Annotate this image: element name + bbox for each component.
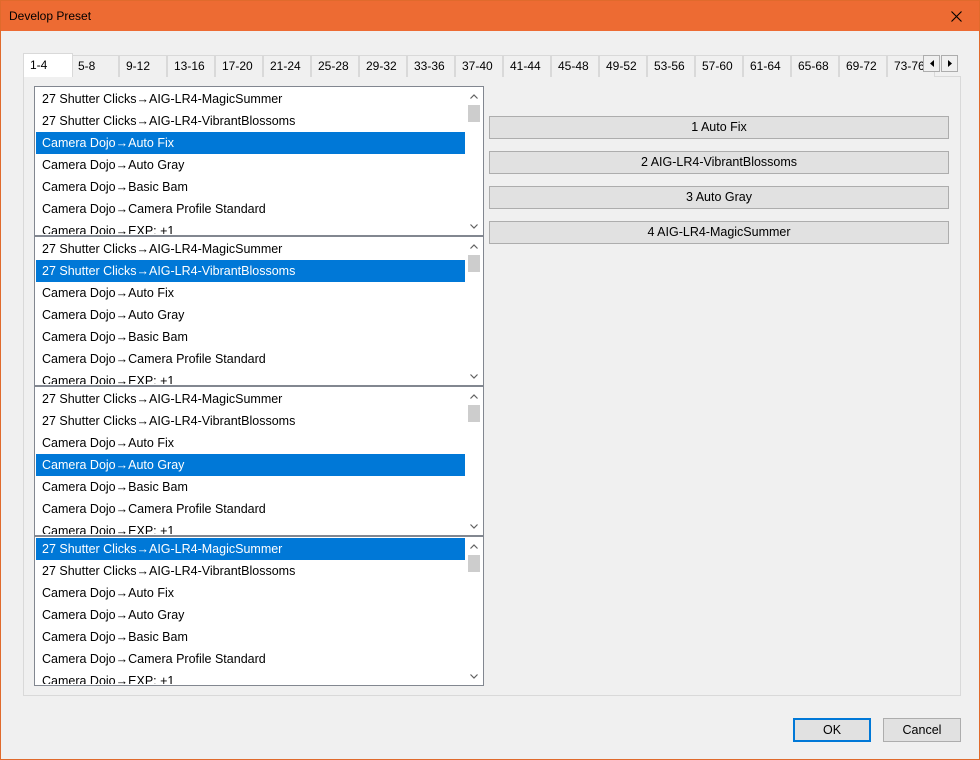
preset-slot-button-1[interactable]: 1 Auto Fix [489,116,949,139]
tab-25-28[interactable]: 25-28 [311,55,359,77]
tab-1-4[interactable]: 1-4 [23,53,73,77]
preset-slot-button-4[interactable]: 4 AIG-LR4-MagicSummer [489,221,949,244]
tab-9-12[interactable]: 9-12 [119,55,167,77]
list-item[interactable]: Camera Dojo→Auto Gray [36,604,465,626]
scroll-thumb[interactable] [468,105,480,122]
scroll-up-button[interactable] [466,88,482,104]
list-item[interactable]: Camera Dojo→Camera Profile Standard [36,648,465,670]
list-item[interactable]: Camera Dojo→Auto Gray [36,154,465,176]
tab-53-56[interactable]: 53-56 [647,55,695,77]
list-item[interactable]: 27 Shutter Clicks→AIG-LR4-MagicSummer [36,388,465,410]
chevron-up-icon [470,393,478,399]
list-item[interactable]: 27 Shutter Clicks→AIG-LR4-VibrantBlossom… [36,560,465,582]
scroll-down-button[interactable] [466,218,482,234]
title-bar: Develop Preset [1,1,979,31]
vertical-scrollbar[interactable] [466,538,482,684]
list-item[interactable]: Camera Dojo→Basic Bam [36,626,465,648]
tab-69-72[interactable]: 69-72 [839,55,887,77]
preset-listbox-4[interactable]: 27 Shutter Clicks→AIG-LR4-MagicSummer 27 … [34,536,484,686]
list-item[interactable]: Camera Dojo→Auto Fix [36,282,465,304]
list-item[interactable]: 27 Shutter Clicks→AIG-LR4-VibrantBlossom… [36,410,465,432]
tab-strip: 1-4 5-8 9-12 13-16 17-20 21-24 25-28 29-32 33-36… [23,53,963,77]
chevron-down-icon [470,223,478,229]
chevron-up-icon [470,243,478,249]
chevron-up-icon [470,543,478,549]
tab-17-20[interactable]: 17-20 [215,55,263,77]
scroll-down-button[interactable] [466,518,482,534]
listbox-items: 27 Shutter Clicks→AIG-LR4-MagicSummer 27 … [36,238,465,384]
tab-61-64[interactable]: 61-64 [743,55,791,77]
ok-button[interactable]: OK [793,718,871,742]
tab-13-16[interactable]: 13-16 [167,55,215,77]
list-item[interactable]: Camera Dojo→Camera Profile Standard [36,348,465,370]
list-item[interactable]: 27 Shutter Clicks→AIG-LR4-VibrantBlossom… [36,110,465,132]
tab-45-48[interactable]: 45-48 [551,55,599,77]
list-item[interactable]: Camera Dojo→Camera Profile Standard [36,498,465,520]
list-item[interactable]: Camera Dojo→Auto Gray [36,304,465,326]
scroll-thumb[interactable] [468,405,480,422]
tab-5-8[interactable]: 5-8 [71,55,119,77]
list-item[interactable]: Camera Dojo→EXP: +1 [36,520,465,534]
scroll-down-button[interactable] [466,368,482,384]
tab-41-44[interactable]: 41-44 [503,55,551,77]
preset-listbox-2[interactable]: 27 Shutter Clicks→AIG-LR4-MagicSummer 27 … [34,236,484,386]
chevron-down-icon [470,373,478,379]
preset-slot-button-3[interactable]: 3 Auto Gray [489,186,949,209]
tab-21-24[interactable]: 21-24 [263,55,311,77]
tab-57-60[interactable]: 57-60 [695,55,743,77]
chevron-down-icon [470,523,478,529]
chevron-left-icon [929,60,934,67]
tab-49-52[interactable]: 49-52 [599,55,647,77]
window-title: Develop Preset [9,9,92,23]
list-item[interactable]: Camera Dojo→EXP: +1 [36,220,465,234]
list-item[interactable]: Camera Dojo→EXP: +1 [36,370,465,384]
chevron-left-button[interactable] [923,55,940,72]
list-item[interactable]: Camera Dojo→Basic Bam [36,176,465,198]
vertical-scrollbar[interactable] [466,88,482,234]
list-item[interactable]: Camera Dojo→Camera Profile Standard [36,198,465,220]
chevron-up-icon [470,93,478,99]
scroll-up-button[interactable] [466,538,482,554]
list-item[interactable]: 27 Shutter Clicks→AIG-LR4-VibrantBlossom… [36,260,465,282]
cancel-button[interactable]: Cancel [883,718,961,742]
list-item[interactable]: 27 Shutter Clicks→AIG-LR4-MagicSummer [36,238,465,260]
list-item[interactable]: Camera Dojo→EXP: +1 [36,670,465,684]
listbox-items: 27 Shutter Clicks→AIG-LR4-MagicSummer 27 … [36,538,465,684]
preset-slot-button-2[interactable]: 2 AIG-LR4-VibrantBlossoms [489,151,949,174]
list-item[interactable]: Camera Dojo→Basic Bam [36,326,465,348]
list-item[interactable]: Camera Dojo→Auto Fix [36,132,465,154]
list-item[interactable]: Camera Dojo→Basic Bam [36,476,465,498]
preset-listbox-1[interactable]: 27 Shutter Clicks→AIG-LR4-MagicSummer 27 … [34,86,484,236]
chevron-right-button[interactable] [941,55,958,72]
close-icon [950,10,962,22]
tab-33-36[interactable]: 33-36 [407,55,455,77]
list-item[interactable]: 27 Shutter Clicks→AIG-LR4-MagicSummer [36,538,465,560]
chevron-right-icon [947,60,952,67]
tab-37-40[interactable]: 37-40 [455,55,503,77]
close-button[interactable] [933,1,979,31]
list-item[interactable]: 27 Shutter Clicks→AIG-LR4-MagicSummer [36,88,465,110]
listbox-items: 27 Shutter Clicks→AIG-LR4-MagicSummer 27 … [36,88,465,234]
scroll-down-button[interactable] [466,668,482,684]
listbox-items: 27 Shutter Clicks→AIG-LR4-MagicSummer 27 … [36,388,465,534]
chevron-down-icon [470,673,478,679]
list-item[interactable]: Camera Dojo→Auto Fix [36,582,465,604]
tab-29-32[interactable]: 29-32 [359,55,407,77]
list-item[interactable]: Camera Dojo→Auto Fix [36,432,465,454]
vertical-scrollbar[interactable] [466,388,482,534]
scroll-up-button[interactable] [466,388,482,404]
scroll-thumb[interactable] [468,555,480,572]
vertical-scrollbar[interactable] [466,238,482,384]
scroll-thumb[interactable] [468,255,480,272]
preset-listbox-3[interactable]: 27 Shutter Clicks→AIG-LR4-MagicSummer 27 … [34,386,484,536]
scroll-up-button[interactable] [466,238,482,254]
develop-preset-dialog: Develop Preset 1-4 5-8 9-12 13-16 17-20 21-24… [0,0,980,760]
list-item[interactable]: Camera Dojo→Auto Gray [36,454,465,476]
tab-65-68[interactable]: 65-68 [791,55,839,77]
